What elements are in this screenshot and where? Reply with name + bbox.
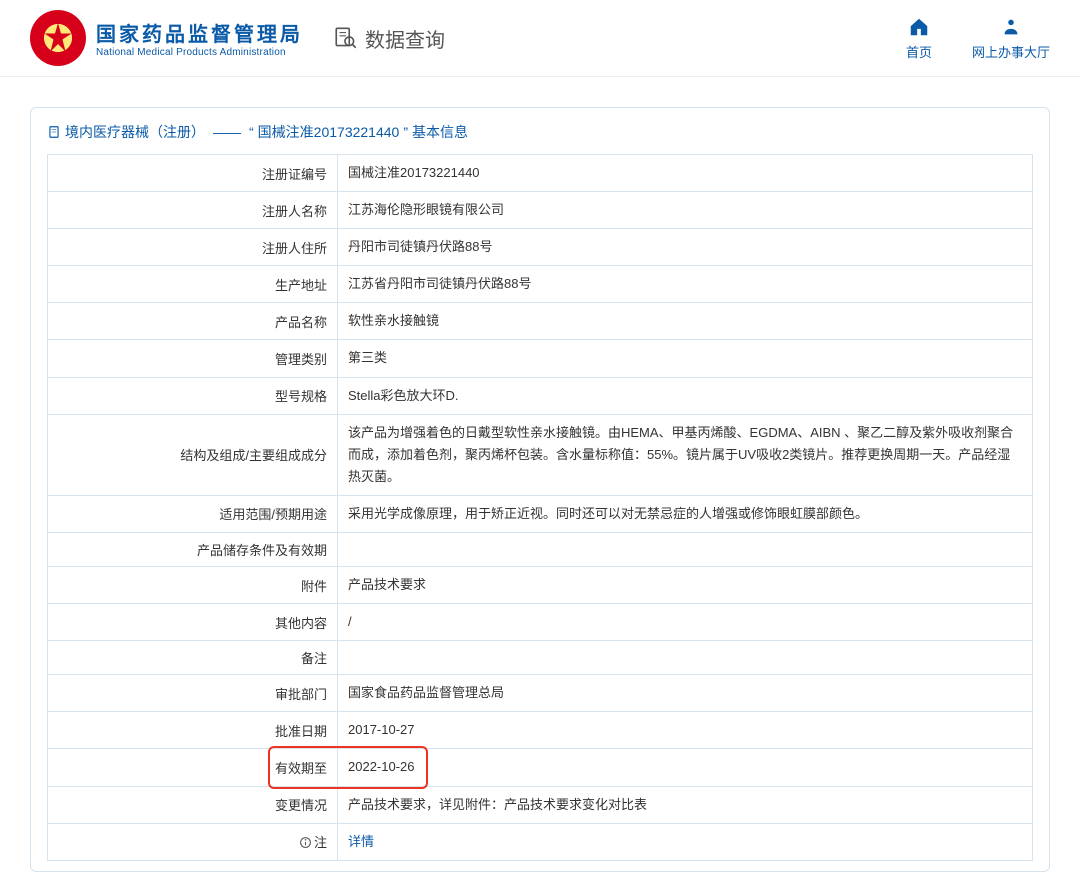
header: 国家药品监督管理局 National Medical Products Admi… <box>0 0 1080 77</box>
row-label: 注册人名称 <box>48 192 338 229</box>
table-row: 生产地址江苏省丹阳市司徒镇丹伏路88号 <box>48 266 1033 303</box>
document-icon <box>47 125 61 139</box>
table-row: 结构及组成/主要组成成分该产品为增强着色的日戴型软性亲水接触镜。由HEMA、甲基… <box>48 414 1033 495</box>
person-desk-icon <box>1000 16 1022 38</box>
table-row: 审批部门国家食品药品监督管理总局 <box>48 675 1033 712</box>
nav-home[interactable]: 首页 <box>906 16 932 61</box>
row-label: 注册证编号 <box>48 155 338 192</box>
row-label: 备注 <box>48 641 338 675</box>
nav-right: 首页 网上办事大厅 <box>906 16 1050 61</box>
row-value: 江苏省丹阳市司徒镇丹伏路88号 <box>338 266 1033 303</box>
row-label: 产品储存条件及有效期 <box>48 533 338 567</box>
table-row: 适用范围/预期用途采用光学成像原理，用于矫正近视。同时还可以对无禁忌症的人增强或… <box>48 495 1033 532</box>
nav-service-hall[interactable]: 网上办事大厅 <box>972 16 1050 61</box>
table-row: 附件产品技术要求 <box>48 567 1033 604</box>
row-label: 变更情况 <box>48 786 338 823</box>
row-label: 管理类别 <box>48 340 338 377</box>
row-value: 该产品为增强着色的日戴型软性亲水接触镜。由HEMA、甲基丙烯酸、EGDMA、AI… <box>338 414 1033 495</box>
content-panel: 境内医疗器械（注册） —— “国械注准20173221440” 基本信息 注册证… <box>30 107 1050 872</box>
details-link[interactable]: 详情 <box>348 834 374 849</box>
row-label: 注册人住所 <box>48 229 338 266</box>
logo-block: 国家药品监督管理局 National Medical Products Admi… <box>30 10 303 66</box>
breadcrumb-sep: —— <box>213 124 241 140</box>
table-row: 注册证编号国械注准20173221440 <box>48 155 1033 192</box>
row-value: 详情 <box>338 823 1033 860</box>
org-name-en: National Medical Products Administration <box>96 47 303 58</box>
info-icon <box>299 836 312 849</box>
row-value <box>338 533 1033 567</box>
table-row: 备注 <box>48 641 1033 675</box>
row-value: 第三类 <box>338 340 1033 377</box>
row-value: 丹阳市司徒镇丹伏路88号 <box>338 229 1033 266</box>
row-label: 附件 <box>48 567 338 604</box>
table-row: 产品名称软性亲水接触镜 <box>48 303 1033 340</box>
table-row: 注册人住所丹阳市司徒镇丹伏路88号 <box>48 229 1033 266</box>
breadcrumb: 境内医疗器械（注册） —— “国械注准20173221440” 基本信息 <box>47 122 1033 142</box>
nav-home-label: 首页 <box>906 42 932 61</box>
org-name-cn: 国家药品监督管理局 <box>96 18 303 47</box>
row-label: 产品名称 <box>48 303 338 340</box>
row-label: 适用范围/预期用途 <box>48 495 338 532</box>
table-row: 其他内容/ <box>48 604 1033 641</box>
table-row: 有效期至2022-10-26 <box>48 749 1033 786</box>
row-value: 采用光学成像原理，用于矫正近视。同时还可以对无禁忌症的人增强或修饰眼虹膜部颜色。 <box>338 495 1033 532</box>
row-value: Stella彩色放大环D. <box>338 377 1033 414</box>
row-value: 江苏海伦隐形眼镜有限公司 <box>338 192 1033 229</box>
national-emblem-icon <box>30 10 86 66</box>
row-value: / <box>338 604 1033 641</box>
table-row: 管理类别第三类 <box>48 340 1033 377</box>
row-label: 型号规格 <box>48 377 338 414</box>
row-value: 国械注准20173221440 <box>338 155 1033 192</box>
row-label: 批准日期 <box>48 712 338 749</box>
row-label: 注 <box>48 823 338 860</box>
breadcrumb-regno[interactable]: 国械注准20173221440 <box>258 122 400 142</box>
row-value: 产品技术要求，详见附件：产品技术要求变化对比表 <box>338 786 1033 823</box>
row-value: 2017-10-27 <box>338 712 1033 749</box>
home-icon <box>908 16 930 38</box>
nav-hall-label: 网上办事大厅 <box>972 42 1050 61</box>
table-row: 产品储存条件及有效期 <box>48 533 1033 567</box>
row-label: 其他内容 <box>48 604 338 641</box>
row-value <box>338 641 1033 675</box>
row-label: 结构及组成/主要组成成分 <box>48 414 338 495</box>
org-title: 国家药品监督管理局 National Medical Products Admi… <box>96 18 303 58</box>
breadcrumb-tail: 基本信息 <box>412 122 468 142</box>
info-table: 注册证编号国械注准20173221440注册人名称江苏海伦隐形眼镜有限公司注册人… <box>47 154 1033 861</box>
row-value: 2022-10-26 <box>338 749 1033 786</box>
page-title: 数据查询 <box>333 24 445 53</box>
row-label: 生产地址 <box>48 266 338 303</box>
document-search-icon <box>333 25 359 51</box>
table-row: 注册人名称江苏海伦隐形眼镜有限公司 <box>48 192 1033 229</box>
breadcrumb-category[interactable]: 境内医疗器械（注册） <box>65 122 205 142</box>
row-label: 有效期至 <box>48 749 338 786</box>
page-title-text: 数据查询 <box>365 24 445 53</box>
row-value: 软性亲水接触镜 <box>338 303 1033 340</box>
row-value: 国家食品药品监督管理总局 <box>338 675 1033 712</box>
row-value: 产品技术要求 <box>338 567 1033 604</box>
table-row-note: 注详情 <box>48 823 1033 860</box>
table-row: 变更情况产品技术要求，详见附件：产品技术要求变化对比表 <box>48 786 1033 823</box>
row-label: 审批部门 <box>48 675 338 712</box>
table-row: 批准日期2017-10-27 <box>48 712 1033 749</box>
table-row: 型号规格Stella彩色放大环D. <box>48 377 1033 414</box>
